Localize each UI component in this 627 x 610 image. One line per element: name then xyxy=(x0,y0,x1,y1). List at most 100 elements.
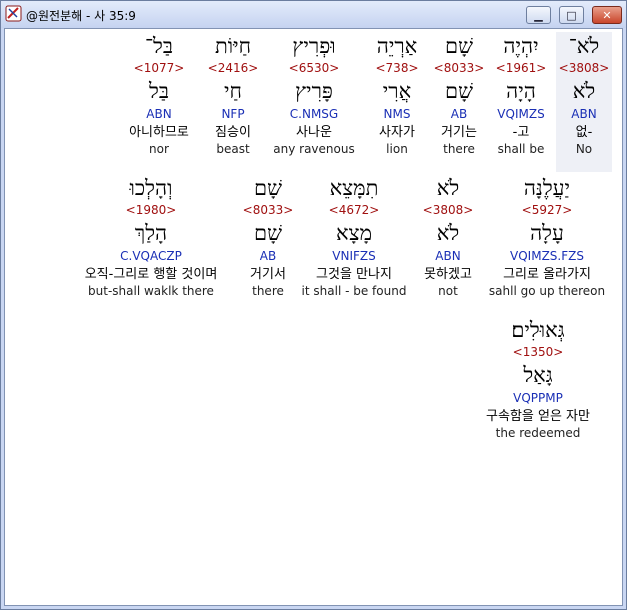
morph-code: VQIMZS xyxy=(497,107,545,121)
english-gloss: sahll go up thereon xyxy=(488,284,606,298)
korean-gloss: 그리로 올라가지 xyxy=(503,267,591,282)
morph-code: NFP xyxy=(221,107,245,121)
minimize-button[interactable]: ▁ xyxy=(526,6,551,24)
strong-number[interactable]: <2416> xyxy=(208,61,259,76)
english-gloss: the redeemed xyxy=(495,426,581,440)
word-cell[interactable]: וְהָלְכוּ <1980> הָלַךְ C.VQACZP 오직-그리로 … xyxy=(85,174,218,299)
lemma: שָׁם xyxy=(254,221,282,245)
maximize-icon: □ xyxy=(566,8,577,22)
strong-number[interactable]: <8033> xyxy=(434,61,485,76)
english-gloss: there xyxy=(252,284,284,298)
korean-gloss: -고 xyxy=(512,125,530,140)
morph-code: VQPPMP xyxy=(513,391,563,405)
hebrew-word: גְּאוּלִים׃ xyxy=(511,318,565,342)
morph-code: VQIMZS.FZS xyxy=(510,249,584,263)
word-cell[interactable]: חַיּוֹת <2416> חַי NFP 짐승이 beast xyxy=(208,32,259,157)
word-cell[interactable]: גְּאוּלִים׃ <1350> גָּאַל VQPPMP 구속함을 얻은… xyxy=(486,316,590,441)
maximize-button[interactable]: □ xyxy=(559,6,584,24)
hebrew-word: לֹא־ xyxy=(568,34,600,58)
english-gloss: beast xyxy=(216,142,250,156)
word-cell[interactable]: אַרְיֵה <738> אֲרִי NMS 사자가 lion xyxy=(375,32,418,157)
window-title: @원전분해 - 사 35:9 xyxy=(26,9,136,23)
morph-code: C.VQACZP xyxy=(120,249,182,263)
english-gloss: it shall - be found xyxy=(301,284,407,298)
english-gloss: shall be xyxy=(497,142,545,156)
korean-gloss: 오직-그리로 행할 것이며 xyxy=(84,267,218,282)
interlinear-pane: לֹא־ <3808> לֹא ABN 없- No יִהְיֶה <1961>… xyxy=(4,28,623,606)
lemma: שָׁם xyxy=(445,79,473,103)
hebrew-word: שָׁם xyxy=(254,176,282,200)
english-gloss: No xyxy=(575,142,593,156)
lemma: הָיָה xyxy=(506,79,536,103)
morph-code: AB xyxy=(450,107,468,121)
word-cell[interactable]: שָׁם <8033> שָׁם AB 거기서 there xyxy=(243,174,294,299)
lemma: גָּאַל xyxy=(523,363,553,387)
lemma: מָצָא xyxy=(335,221,373,245)
strong-number[interactable]: <5927> xyxy=(489,203,605,218)
word-cell[interactable]: לֹא־ <3808> לֹא ABN 없- No xyxy=(556,32,612,172)
morph-code: C.NMSG xyxy=(289,107,339,121)
word-cell[interactable]: לֹא <3808> לֹא ABN 못하겠고 not xyxy=(423,174,474,299)
word-cell[interactable]: וּפְרִיץ <6530> פָּרִיץ C.NMSG 사나운 any r… xyxy=(273,32,354,157)
hebrew-word: וְהָלְכוּ xyxy=(129,176,173,200)
lemma: חַי xyxy=(224,79,242,103)
hebrew-word: תִמָּצֵא xyxy=(329,176,379,200)
app-icon xyxy=(5,5,22,22)
strong-number[interactable]: <1077> xyxy=(129,61,189,76)
lemma: לֹא xyxy=(572,79,596,103)
close-icon: ✕ xyxy=(602,8,612,22)
morph-code: ABN xyxy=(435,249,461,263)
korean-gloss: 사자가 xyxy=(379,125,415,140)
word-cell[interactable]: יִהְיֶה <1961> הָיָה VQIMZS -고 shall be xyxy=(496,32,547,157)
strong-number[interactable]: <3808> xyxy=(556,61,612,76)
korean-gloss: 못하겠고 xyxy=(424,267,472,282)
strong-number[interactable]: <738> xyxy=(375,61,418,76)
hebrew-word: חַיּוֹת xyxy=(214,34,252,58)
lemma: עָלָה xyxy=(530,221,564,245)
english-gloss: nor xyxy=(149,142,169,156)
strong-number[interactable]: <6530> xyxy=(273,61,354,76)
korean-gloss: 거기는 xyxy=(441,125,477,140)
strong-number[interactable]: <1350> xyxy=(486,345,590,360)
hebrew-word: יַעֲלֶנָּה xyxy=(523,176,571,200)
strong-number[interactable]: <1961> xyxy=(496,61,547,76)
app-window: @원전분해 - 사 35:9 ▁ □ ✕ לֹא־ <3808> לֹא ABN… xyxy=(0,0,627,610)
lemma: בַּל xyxy=(149,79,169,103)
hebrew-word: יִהְיֶה xyxy=(503,34,539,58)
korean-gloss: 짐승이 xyxy=(215,125,251,140)
strong-number[interactable]: <4672> xyxy=(302,203,407,218)
hebrew-word: אַרְיֵה xyxy=(376,34,418,58)
korean-gloss: 없- xyxy=(575,125,593,140)
strong-number[interactable]: <3808> xyxy=(423,203,474,218)
english-gloss: any ravenous xyxy=(273,142,355,156)
strong-number[interactable]: <1980> xyxy=(85,203,218,218)
word-cell[interactable]: יַעֲלֶנָּה <5927> עָלָה VQIMZS.FZS 그리로 올… xyxy=(489,174,605,299)
english-gloss: there xyxy=(443,142,475,156)
minimize-icon: ▁ xyxy=(534,8,543,22)
word-cell[interactable]: שָׁם <8033> שָׁם AB 거기는 there xyxy=(434,32,485,157)
morph-code: VNIFZS xyxy=(332,249,376,263)
morph-code: AB xyxy=(259,249,277,263)
morph-code: ABN xyxy=(571,107,597,121)
word-cell[interactable]: בַּל־ <1077> בַּל ABN 아니하므로 nor xyxy=(129,32,189,157)
english-gloss: not xyxy=(438,284,458,298)
lemma: אֲרִי xyxy=(382,79,412,103)
close-button[interactable]: ✕ xyxy=(592,6,622,24)
word-cell[interactable]: תִמָּצֵא <4672> מָצָא VNIFZS 그것을 만나지 it … xyxy=(302,174,407,299)
english-gloss: but-shall waklk there xyxy=(88,284,214,298)
korean-gloss: 구속함을 얻은 자만 xyxy=(486,409,590,424)
korean-gloss: 사나운 xyxy=(296,125,332,140)
english-gloss: lion xyxy=(386,142,408,156)
hebrew-word: בַּל־ xyxy=(145,34,173,58)
lemma: הָלַךְ xyxy=(134,221,168,245)
lemma: פָּרִיץ xyxy=(295,79,333,103)
morph-code: ABN xyxy=(146,107,172,121)
hebrew-word: לֹא xyxy=(436,176,460,200)
lemma: לֹא xyxy=(436,221,460,245)
korean-gloss: 그것을 만나지 xyxy=(316,267,392,282)
korean-gloss: 아니하므로 xyxy=(129,125,189,140)
korean-gloss: 거기서 xyxy=(250,267,286,282)
strong-number[interactable]: <8033> xyxy=(243,203,294,218)
morph-code: NMS xyxy=(383,107,411,121)
title-bar[interactable]: @원전분해 - 사 35:9 ▁ □ ✕ xyxy=(1,1,626,28)
